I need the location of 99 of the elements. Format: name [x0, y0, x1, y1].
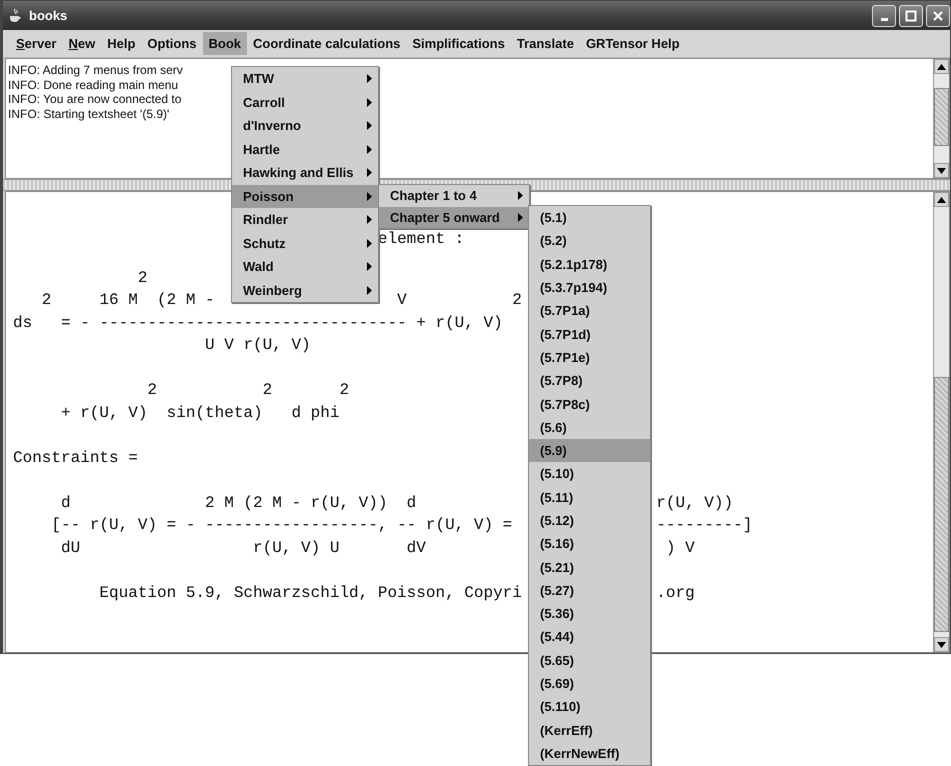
menu-item[interactable]: Coordinate calculations [247, 32, 406, 55]
worksheet-text: r(U, V)) [656, 492, 734, 514]
menu-item[interactable]: Options [141, 32, 202, 55]
worksheet-text: [-- r(U, V) = - ------------------, -- r(U, V) = [51, 515, 512, 536]
menu-item[interactable]: Poisson [232, 184, 378, 208]
menu-item[interactable]: Carroll [232, 90, 378, 114]
menu-item[interactable]: (5.3.7p194) [529, 276, 650, 300]
worksheet-text: ) V [666, 538, 695, 558]
worksheet-text: U V r(U, V) [205, 335, 311, 356]
menu-item[interactable]: (5.7P1e) [529, 346, 650, 370]
submenu-arrow-icon [367, 168, 372, 178]
worksheet-text: d 2 M (2 M - r(U, V)) d [61, 492, 416, 514]
worksheet-text: 2 [512, 290, 522, 311]
worksheet-text: + r(U, V) sin(theta) d phi [61, 402, 340, 424]
menu-item[interactable]: Wald [232, 255, 378, 278]
menu-item[interactable]: (5.2.1p178) [529, 252, 650, 276]
menu-item[interactable]: (5.6) [529, 416, 650, 439]
worksheet-text: element : [378, 229, 464, 250]
submenu-arrow-icon [367, 74, 372, 84]
maximize-icon [905, 10, 917, 22]
menu-item[interactable]: Hawking and Ellis [232, 161, 378, 184]
scroll-up-button[interactable] [934, 59, 949, 74]
maximize-button[interactable] [899, 4, 923, 26]
menu-item[interactable]: (5.9) [529, 438, 650, 462]
scroll-down-button[interactable] [934, 637, 949, 652]
menu-item[interactable]: Translate [510, 32, 580, 55]
menu-item[interactable]: (5.7P8c) [529, 392, 650, 416]
menu-item[interactable]: d'Inverno [232, 114, 378, 138]
menu-item[interactable]: (5.21) [529, 555, 650, 579]
worksheet-text: Equation 5.9, Schwarzschild, Poisson, Copyri [99, 582, 522, 604]
submenu-arrow-icon [518, 212, 523, 222]
scroll-down-button[interactable] [934, 163, 949, 178]
menu-item[interactable]: Server [10, 32, 62, 55]
scroll-thumb[interactable] [934, 88, 949, 146]
scrollbar[interactable] [933, 59, 949, 178]
submenu-arrow-icon [367, 192, 372, 201]
log-line: INFO: You are now connected to [8, 92, 182, 106]
worksheet-text: 2 16 M (2 M - [42, 290, 215, 311]
menu-item[interactable]: (5.16) [529, 532, 650, 556]
submenu-arrow-icon [367, 121, 372, 130]
menu-item[interactable]: GRTensor Help [580, 32, 686, 55]
submenu-arrow-icon [367, 215, 372, 224]
submenu-arrow-icon [367, 286, 372, 295]
menu-item[interactable]: Help [101, 32, 142, 55]
submenu-arrow-icon [367, 262, 372, 272]
worksheet-text: Constraints = [13, 448, 138, 468]
menu-item[interactable]: (KerrEff) [529, 718, 650, 742]
menu-item[interactable]: Book [202, 32, 247, 55]
menu-item[interactable]: (KerrNewEff) [529, 742, 650, 766]
menu-item[interactable]: (5.1) [529, 206, 650, 230]
close-button[interactable] [926, 4, 950, 26]
menu-item[interactable]: (5.7P8) [529, 369, 650, 392]
menu-item[interactable]: Chapter 1 to 4 [379, 185, 529, 206]
submenu-arrow-icon [367, 238, 372, 248]
submenu-arrow-icon [518, 191, 523, 200]
menu-item[interactable]: (5.36) [529, 602, 650, 626]
worksheet-text: 2 [138, 268, 148, 288]
submenu-arrow-icon [367, 144, 372, 154]
worksheet-text: ds = - -------------------------------- + r(U, V) [13, 312, 503, 334]
scroll-thumb[interactable] [934, 377, 949, 632]
menu-item[interactable]: Simplifications [406, 32, 511, 55]
menu-item[interactable]: (5.10) [529, 462, 650, 486]
menu-item[interactable]: Weinberg [232, 278, 378, 302]
minimize-button[interactable] [872, 4, 896, 26]
menu-item[interactable]: Hartle [232, 138, 378, 161]
coffee-cup-icon [9, 8, 21, 24]
menu-item[interactable]: (5.2) [529, 229, 650, 253]
up-arrow-icon [937, 196, 946, 202]
worksheet-text: V [397, 290, 407, 311]
close-icon [932, 10, 944, 22]
log-line: INFO: Starting textsheet '(5.9)' [8, 106, 170, 121]
worksheet-text: .org [656, 582, 695, 604]
menu-item[interactable]: (5.7P1d) [529, 322, 650, 346]
minimize-icon [880, 18, 888, 21]
window-title: books [29, 8, 68, 23]
worksheet-text: 2 2 2 [147, 380, 350, 401]
up-arrow-icon [937, 64, 946, 70]
log-line: INFO: Adding 7 menus from serv [8, 63, 183, 78]
menu-item[interactable]: (5.44) [529, 625, 650, 649]
menu-item[interactable]: (5.110) [529, 695, 650, 719]
menu-item[interactable]: Rindler [232, 208, 378, 232]
menu-item[interactable]: (5.11) [529, 486, 650, 509]
menu-item[interactable]: Chapter 5 onward [379, 206, 529, 228]
menu-item[interactable]: New [62, 32, 102, 55]
menu-item[interactable]: (5.69) [529, 672, 650, 696]
scroll-up-button[interactable] [934, 192, 949, 207]
worksheet-text: ---------] [656, 515, 752, 536]
down-arrow-icon [937, 168, 946, 174]
log-line: INFO: Done reading main menu [8, 78, 178, 92]
menu-item[interactable]: MTW [232, 67, 378, 90]
scrollbar[interactable] [933, 192, 949, 652]
menu-item[interactable]: (5.7P1a) [529, 299, 650, 322]
down-arrow-icon [937, 642, 946, 648]
menu-item[interactable]: Schutz [232, 232, 378, 255]
menu-item[interactable]: (5.12) [529, 508, 650, 532]
menu-item[interactable]: (5.65) [529, 648, 650, 672]
submenu-arrow-icon [367, 98, 372, 107]
worksheet-text: dU r(U, V) U dV [61, 538, 426, 558]
menu-item[interactable]: (5.27) [529, 578, 650, 602]
